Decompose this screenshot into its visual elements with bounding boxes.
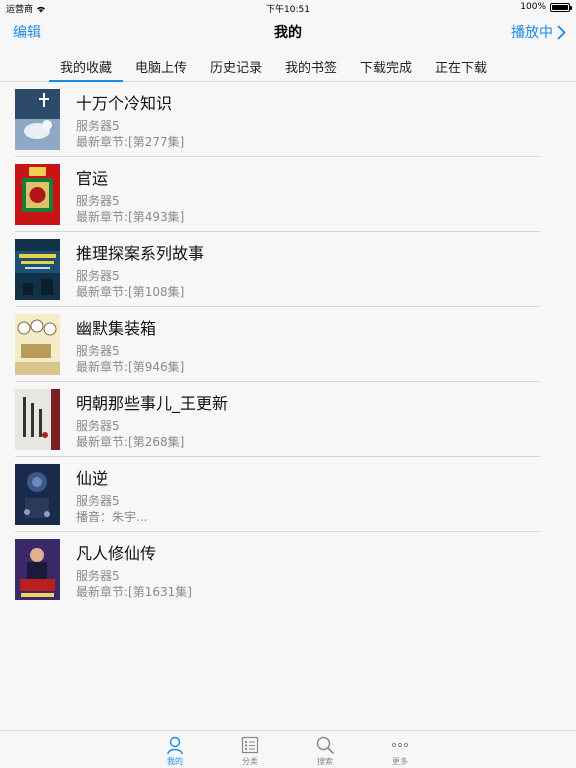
page-title: 我的 bbox=[274, 25, 302, 41]
book-chapter: 最新章节:[第1631集] bbox=[76, 585, 192, 599]
status-bar: 运营商 下午10:51 100% bbox=[0, 0, 576, 16]
tabbar-item-category[interactable]: 分类 bbox=[230, 735, 270, 767]
book-title: 明朝那些事儿_王更新 bbox=[76, 394, 229, 413]
more-icon bbox=[391, 742, 409, 748]
now-playing-label: 播放中 bbox=[511, 25, 553, 41]
tab-bookmarks[interactable]: 我的书签 bbox=[280, 57, 342, 82]
book-title: 凡人修仙传 bbox=[76, 544, 157, 563]
book-cover bbox=[15, 464, 60, 525]
tab-downloaded[interactable]: 下载完成 bbox=[355, 57, 417, 82]
tab-favorites[interactable]: 我的收藏 bbox=[49, 57, 123, 82]
book-cover bbox=[15, 164, 60, 225]
book-server: 服务器5 bbox=[76, 494, 120, 508]
tabbar-label: 我的 bbox=[167, 757, 183, 766]
book-title: 十万个冷知识 bbox=[76, 94, 173, 113]
book-server: 服务器5 bbox=[76, 269, 120, 283]
tabbar-item-more[interactable]: 更多 bbox=[380, 735, 420, 767]
segment-tabs: 我的收藏 电脑上传 历史记录 我的书签 下载完成 正在下载 bbox=[0, 48, 576, 82]
book-server: 服务器5 bbox=[76, 194, 120, 208]
tab-downloading[interactable]: 正在下载 bbox=[430, 57, 492, 82]
list-item[interactable]: 官运 服务器5 最新章节:[第493集] bbox=[0, 157, 576, 232]
tab-pc-upload[interactable]: 电脑上传 bbox=[130, 57, 192, 82]
book-chapter: 最新章节:[第946集] bbox=[76, 360, 185, 374]
chevron-right-icon bbox=[557, 25, 566, 39]
book-server: 服务器5 bbox=[76, 344, 120, 358]
list-item[interactable]: 推理探案系列故事 服务器5 最新章节:[第108集] bbox=[0, 232, 576, 307]
book-chapter: 最新章节:[第108集] bbox=[76, 285, 185, 299]
list-item[interactable]: 凡人修仙传 服务器5 最新章节:[第1631集] bbox=[0, 532, 576, 607]
tabbar-label: 分类 bbox=[242, 757, 258, 766]
tabbar-item-mine[interactable]: 我的 bbox=[155, 735, 195, 767]
list-item[interactable]: 十万个冷知识 服务器5 最新章节:[第277集] bbox=[0, 82, 576, 157]
book-chapter: 最新章节:[第277集] bbox=[76, 135, 185, 149]
tabbar-label: 搜索 bbox=[317, 757, 333, 766]
book-cover bbox=[15, 314, 60, 375]
book-chapter: 播音：朱宇... bbox=[76, 510, 148, 524]
list-item[interactable]: 明朝那些事儿_王更新 服务器5 最新章节:[第268集] bbox=[0, 382, 576, 457]
list-item[interactable]: 仙逆 服务器5 播音：朱宇... bbox=[0, 457, 576, 532]
book-server: 服务器5 bbox=[76, 119, 120, 133]
book-server: 服务器5 bbox=[76, 569, 120, 583]
book-cover bbox=[15, 89, 60, 150]
now-playing-button[interactable]: 播放中 bbox=[511, 22, 566, 42]
book-title: 仙逆 bbox=[76, 469, 109, 488]
book-cover bbox=[15, 239, 60, 300]
book-title: 推理探案系列故事 bbox=[76, 244, 205, 263]
navigation-bar: 编辑 我的 播放中 bbox=[0, 16, 576, 48]
book-server: 服务器5 bbox=[76, 419, 120, 433]
bottom-tab-bar: 我的 分类 搜索 更多 bbox=[0, 730, 576, 768]
tabbar-item-search[interactable]: 搜索 bbox=[305, 735, 345, 767]
battery-percent: 100% bbox=[520, 2, 546, 12]
book-title: 幽默集装箱 bbox=[76, 319, 157, 338]
book-chapter: 最新章节:[第268集] bbox=[76, 435, 185, 449]
book-cover bbox=[15, 389, 60, 450]
person-icon bbox=[167, 736, 183, 755]
book-chapter: 最新章节:[第493集] bbox=[76, 210, 185, 224]
book-title: 官运 bbox=[76, 169, 109, 188]
tabbar-label: 更多 bbox=[392, 757, 408, 766]
search-icon bbox=[316, 736, 334, 754]
book-cover bbox=[15, 539, 60, 600]
list-item[interactable]: 幽默集装箱 服务器5 最新章节:[第946集] bbox=[0, 307, 576, 382]
status-time: 下午10:51 bbox=[266, 5, 310, 15]
list-icon bbox=[241, 736, 259, 754]
tab-history[interactable]: 历史记录 bbox=[205, 57, 267, 82]
book-list: 十万个冷知识 服务器5 最新章节:[第277集] 官运 服务器5 最新章节:[第… bbox=[0, 82, 576, 607]
battery-icon bbox=[550, 2, 572, 12]
